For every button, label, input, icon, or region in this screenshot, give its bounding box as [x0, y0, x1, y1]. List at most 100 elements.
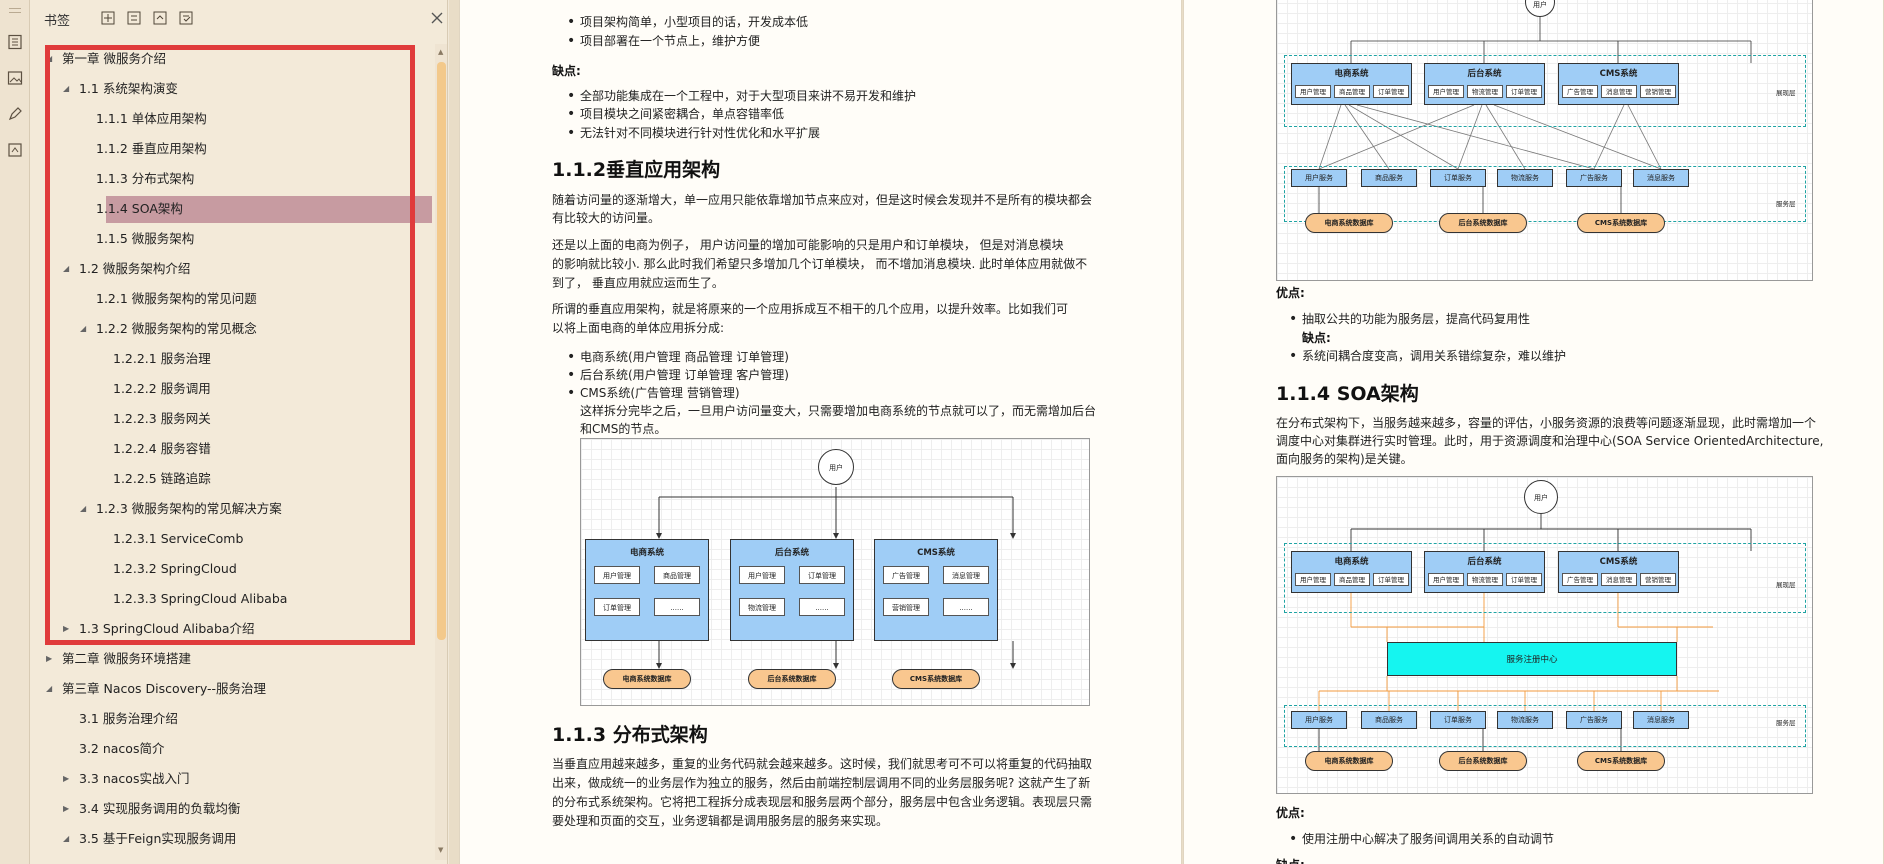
bookmark-item[interactable]: ◢ 1.1 系统架构演变 [30, 74, 430, 104]
thumbnail-icon[interactable] [7, 70, 23, 86]
service-box: 用户服务 [1291, 169, 1347, 187]
database-node: 后台系统数据库 [748, 669, 836, 689]
paragraph: 面向服务的架构)是关键。 [1276, 452, 1413, 466]
bookmark-item[interactable]: 1.1.2 垂直应用架构 [30, 134, 430, 164]
service-box: 物流服务 [1497, 169, 1553, 187]
service-box: 订单服务 [1430, 711, 1486, 729]
module-box: 订单管理 [594, 598, 640, 616]
bookmark-item[interactable]: 1.1.4 SOA架构 [30, 194, 432, 224]
bookmark-options-icon[interactable] [178, 10, 194, 26]
paragraph: 以将上面电商的单体应用拆分成: [552, 321, 725, 335]
caret-collapsed-icon[interactable]: ▶ [63, 794, 75, 824]
expand-all-icon[interactable] [126, 10, 142, 26]
paragraph: 当垂直应用越来越多，重复的业务代码就会越来越多。这时候，我们就思考可不可以将重复… [552, 757, 1093, 771]
service-box: 消息服务 [1633, 711, 1689, 729]
database-node: 后台系统数据库 [1439, 751, 1527, 771]
module-box: 订单管理 [1373, 573, 1409, 586]
presentation-layer-label: 展现层 [1776, 581, 1796, 589]
bookmark-label: 1.2.2.4 服务容错 [113, 441, 211, 456]
caret-collapsed-icon[interactable]: ▶ [46, 644, 58, 674]
caret-collapsed-icon[interactable]: ▶ [63, 764, 75, 794]
annotation-icon[interactable] [7, 106, 23, 122]
caret-expanded-icon[interactable]: ◢ [63, 824, 75, 854]
bookmark-item[interactable]: ◢ 1.2.3 微服务架构的常见解决方案 [30, 494, 430, 524]
caret-expanded-icon[interactable]: ◢ [80, 314, 92, 344]
list-item: 抽取公共的功能为服务层，提高代码复用性 [1289, 310, 1530, 328]
bookmark-item[interactable]: 1.2.1 微服务架构的常见问题 [30, 284, 430, 314]
scrollbar-thumb[interactable] [437, 62, 446, 640]
service-box: 广告服务 [1566, 711, 1622, 729]
list-item: 无法针对不同模块进行针对性优化和水平扩展 [567, 124, 820, 142]
module-box: 订单管理 [1506, 85, 1542, 98]
close-icon[interactable] [428, 9, 446, 27]
bookmark-item[interactable]: 1.2.2.1 服务治理 [30, 344, 430, 374]
pros-label: 优点: [1276, 286, 1305, 300]
bookmark-item[interactable]: 1.2.2.3 服务网关 [30, 404, 430, 434]
bookmark-item[interactable]: ▶ 第二章 微服务环境搭建 [30, 644, 430, 674]
bookmark-item[interactable]: ▶ 1.3 SpringCloud Alibaba介绍 [30, 614, 430, 644]
database-node: 电商系统数据库 [1305, 213, 1393, 233]
outline-icon[interactable] [7, 34, 23, 50]
caret-expanded-icon[interactable]: ◢ [63, 254, 75, 284]
module-box: ...... [654, 598, 700, 616]
paragraph: 所谓的垂直应用架构，就是将原来的一个应用拆成互不相干的几个应用，以提升效率。比如… [552, 302, 1069, 316]
bookmark-item[interactable]: 1.1.1 单体应用架构 [30, 104, 430, 134]
bookmark-item[interactable]: 3.2 nacos简介 [30, 734, 430, 764]
bookmark-item[interactable]: ▶ 3.4 实现服务调用的负载均衡 [30, 794, 430, 824]
system-title: 后台系统 [1467, 557, 1502, 567]
scroll-down-icon[interactable]: ▼ [438, 846, 443, 854]
module-box: 营销管理 [1640, 85, 1676, 98]
bookmark-item[interactable]: ◢ 第三章 Nacos Discovery--服务治理 [30, 674, 430, 704]
caret-collapsed-icon[interactable]: ▶ [63, 614, 75, 644]
caret-expanded-icon[interactable]: ◢ [46, 674, 58, 704]
bookmark-label: 1.2.3 微服务架构的常见解决方案 [96, 501, 282, 516]
caret-expanded-icon[interactable]: ◢ [46, 44, 58, 74]
attachment-icon[interactable] [7, 142, 23, 158]
bookmark-item[interactable]: 1.2.3.2 SpringCloud [30, 554, 430, 584]
module-box: 广告管理 [883, 566, 929, 584]
distributed-architecture-diagram: 用户 展现层 服务层 电商系统 用户管理 商品管理 订单管理 后台系统 用户管理 物流管理订… [1276, 0, 1813, 281]
service-box: 商品服务 [1361, 711, 1417, 729]
collapse-all-icon[interactable] [152, 10, 168, 26]
bookmark-panel: 书签 ◢ 第一章 微服务介绍 ◢ 1.1 系统架构演变 1.1.1 单体应用架构 1.1.… [30, 0, 448, 864]
bookmark-item[interactable]: 1.2.3.1 ServiceComb [30, 524, 430, 554]
bookmark-item[interactable]: 3.1 服务治理介绍 [30, 704, 430, 734]
bookmark-item[interactable]: ◢ 1.2 微服务架构介绍 [30, 254, 430, 284]
bookmark-label: 1.2.2.5 链路追踪 [113, 471, 211, 486]
bookmark-item[interactable]: 1.2.2.4 服务容错 [30, 434, 430, 464]
list-item: 全部功能集成在一个工程中，对于大型项目来讲不易开发和维护 [567, 87, 916, 105]
module-box: 订单管理 [799, 566, 845, 584]
caret-expanded-icon[interactable]: ◢ [63, 74, 75, 104]
module-box: 广告管理 [1562, 85, 1598, 98]
module-box: 订单管理 [1506, 573, 1542, 586]
rail-grip[interactable] [9, 8, 21, 9]
system-title: 电商系统 [1334, 557, 1369, 567]
bookmark-item[interactable]: 1.1.3 分布式架构 [30, 164, 430, 194]
caret-expanded-icon[interactable]: ◢ [80, 494, 92, 524]
list-item: 电商系统(用户管理 商品管理 订单管理) [567, 348, 789, 366]
service-layer-label: 服务层 [1776, 719, 1796, 727]
bookmark-panel-header: 书签 [30, 0, 448, 36]
bookmark-item[interactable]: 1.2.2.2 服务调用 [30, 374, 430, 404]
scroll-up-icon[interactable]: ▲ [438, 48, 443, 56]
system-box: CMS系统 广告管理 消息管理 营销管理 [1558, 551, 1679, 593]
paragraph: 出来，做成统一的业务层作为独立的服务，然后由前端控制层调用不同的业务层服务呢? … [552, 776, 1091, 790]
list-item: 后台系统(用户管理 订单管理 客户管理) [567, 366, 789, 384]
module-box: 消息管理 [1601, 85, 1637, 98]
system-title: CMS系统 [1599, 557, 1638, 567]
add-bookmark-icon[interactable] [100, 10, 116, 26]
bookmark-item[interactable]: ◢ 3.5 基于Feign实现服务调用 [30, 824, 430, 854]
system-box: CMS系统 广告管理 消息管理 营销管理...... [874, 539, 998, 641]
bookmark-item[interactable]: ◢ 1.2.2 微服务架构的常见概念 [30, 314, 430, 344]
bookmark-item[interactable]: 1.2.3.3 SpringCloud Alibaba [30, 584, 430, 614]
bookmark-item[interactable]: ◢ 第一章 微服务介绍 [30, 44, 430, 74]
bookmark-item[interactable]: 1.1.5 微服务架构 [30, 224, 430, 254]
bookmark-item[interactable]: 1.2.2.5 链路追踪 [30, 464, 430, 494]
bookmark-label: 3.1 服务治理介绍 [79, 711, 178, 726]
system-box: 电商系统 用户管理 商品管理 订单管理 [1291, 63, 1412, 105]
bookmark-item[interactable]: ▶ 3.3 nacos实战入门 [30, 764, 430, 794]
section-heading-112: 1.1.2垂直应用架构 [552, 159, 721, 181]
list-item: 项目部署在一个节点上，维护方便 [567, 32, 760, 50]
system-box: 后台系统 用户管理 物流管理 订单管理 [1424, 551, 1545, 593]
module-box: 商品管理 [1334, 573, 1370, 586]
